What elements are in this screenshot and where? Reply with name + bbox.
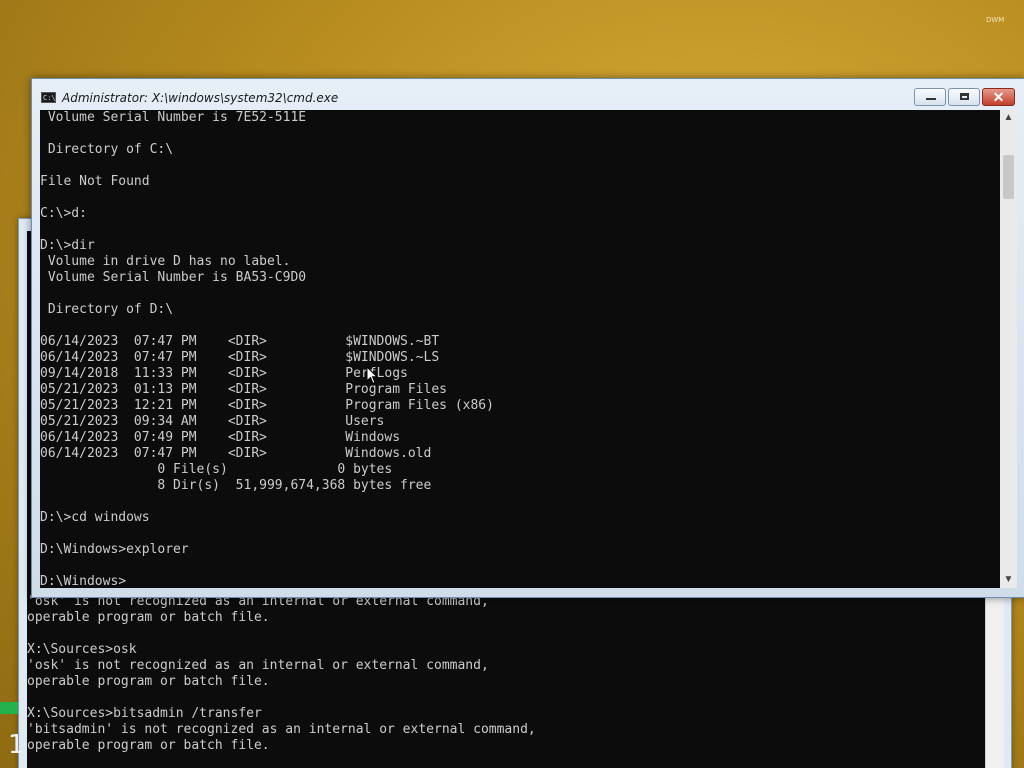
green-edge-indicator xyxy=(0,702,18,714)
scroll-thumb[interactable] xyxy=(1003,155,1014,199)
mouse-pointer-icon xyxy=(366,366,378,385)
cmd-window[interactable]: C:\ Administrator: X:\windows\system32\c… xyxy=(31,78,1024,598)
close-icon: ✕ xyxy=(992,89,1005,105)
background-console-text: 'osk' is not recognized as an internal o… xyxy=(27,594,536,753)
vertical-scrollbar[interactable]: ▲ ▼ xyxy=(1000,110,1017,588)
console-text: Volume Serial Number is 7E52-511E Direct… xyxy=(40,110,494,588)
maximize-icon xyxy=(960,93,969,100)
minimize-icon xyxy=(926,98,936,100)
console-output[interactable]: Volume Serial Number is 7E52-511E Direct… xyxy=(40,110,1000,588)
window-title: Administrator: X:\windows\system32\cmd.e… xyxy=(62,91,339,105)
minimize-button[interactable] xyxy=(914,88,946,106)
partial-digit: 1 xyxy=(8,730,25,760)
scroll-down-icon[interactable]: ▼ xyxy=(1000,572,1017,588)
cmd-app-icon[interactable]: C:\ xyxy=(41,92,56,103)
desktop-watermark: DWM xyxy=(986,16,1005,24)
title-bar[interactable]: C:\ Administrator: X:\windows\system32\c… xyxy=(32,79,1024,109)
scroll-up-icon[interactable]: ▲ xyxy=(1000,110,1017,126)
close-button[interactable]: ✕ xyxy=(982,88,1015,106)
maximize-button[interactable] xyxy=(948,88,980,106)
